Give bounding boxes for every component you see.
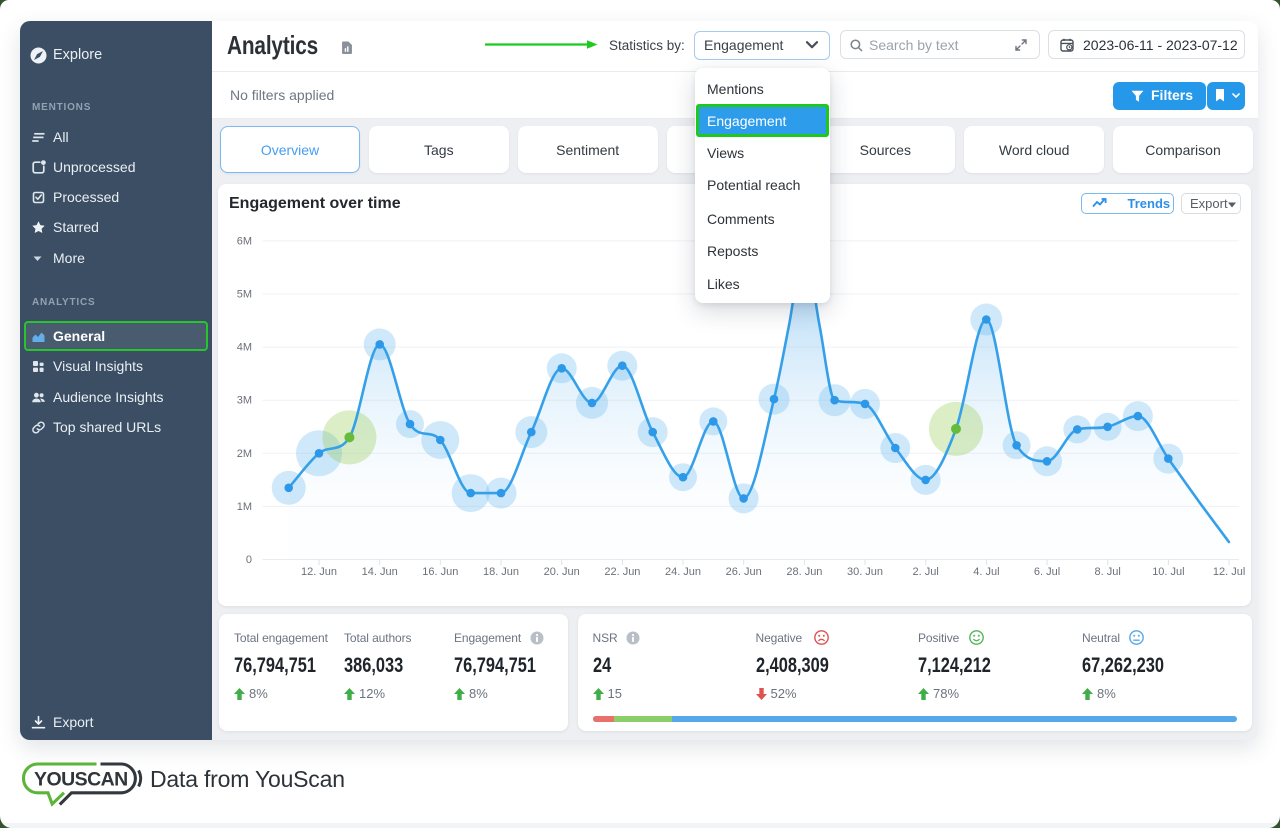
svg-text:30. Jun: 30. Jun [847, 566, 883, 578]
svg-text:24. Jun: 24. Jun [665, 566, 701, 578]
svg-text:2. Jul: 2. Jul [913, 566, 939, 578]
svg-text:YOUSCAN: YOUSCAN [34, 768, 128, 790]
svg-text:6. Jul: 6. Jul [1034, 566, 1060, 578]
svg-text:5M: 5M [237, 289, 252, 301]
svg-text:14. Jun: 14. Jun [362, 566, 398, 578]
svg-text:2M: 2M [237, 448, 252, 460]
svg-text:22. Jun: 22. Jun [604, 566, 640, 578]
svg-text:12. Jul: 12. Jul [1213, 566, 1245, 578]
svg-text:8. Jul: 8. Jul [1095, 566, 1121, 578]
svg-text:1M: 1M [237, 501, 252, 513]
svg-text:26. Jun: 26. Jun [726, 566, 762, 578]
svg-text:18. Jun: 18. Jun [483, 566, 519, 578]
svg-text:0: 0 [246, 554, 252, 566]
svg-text:16. Jun: 16. Jun [422, 566, 458, 578]
svg-text:10. Jul: 10. Jul [1152, 566, 1184, 578]
svg-text:4M: 4M [237, 342, 252, 354]
svg-text:28. Jun: 28. Jun [786, 566, 822, 578]
svg-text:20. Jun: 20. Jun [544, 566, 580, 578]
svg-text:4. Jul: 4. Jul [973, 566, 999, 578]
svg-text:12. Jun: 12. Jun [301, 566, 337, 578]
svg-text:3M: 3M [237, 395, 252, 407]
svg-text:6M: 6M [237, 235, 252, 247]
